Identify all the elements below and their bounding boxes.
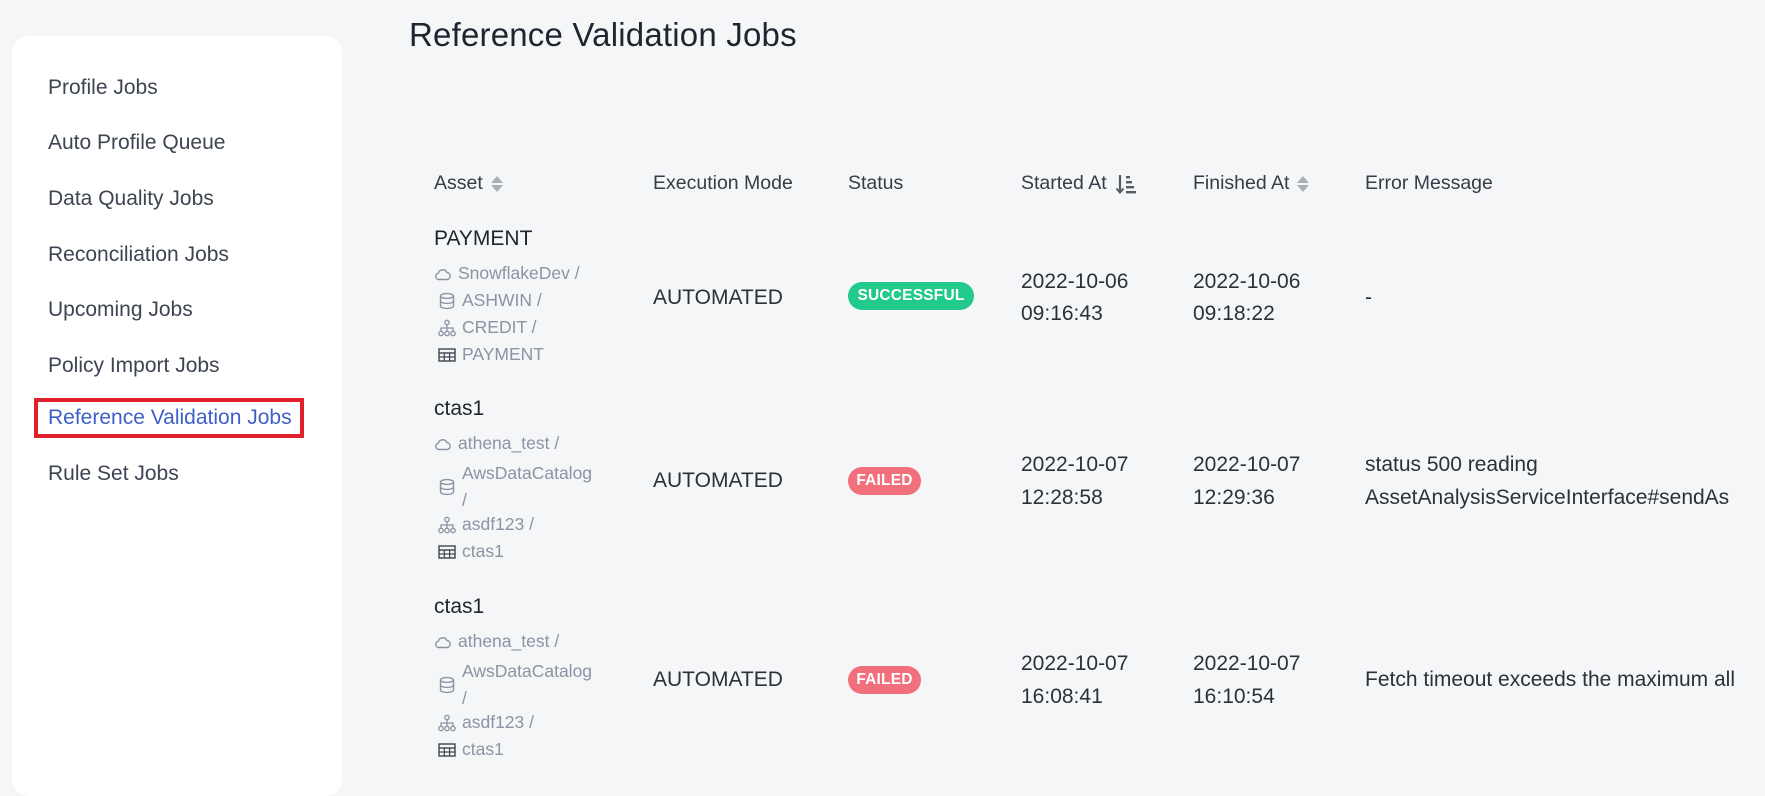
path-text: ASHWIN / xyxy=(462,290,542,310)
asset-path-table[interactable]: PAYMENT xyxy=(438,344,544,365)
finished-date: 2022-10-07 xyxy=(1193,453,1301,476)
asset-path-schema[interactable]: CREDIT / xyxy=(438,317,537,338)
column-header-label: Error Message xyxy=(1365,172,1493,194)
table-icon xyxy=(438,544,456,559)
asset-name[interactable]: ctas1 xyxy=(434,595,484,619)
schema-icon xyxy=(438,516,456,533)
sidebar-item-policy-import-jobs[interactable]: Policy Import Jobs xyxy=(48,352,220,380)
status-badge: FAILED xyxy=(848,666,921,694)
column-header-label: Asset xyxy=(434,172,483,194)
column-header-started-at[interactable]: Started At xyxy=(1021,172,1137,195)
error-message-line: status 500 reading xyxy=(1365,453,1538,476)
asset-path-datasource[interactable]: SnowflakeDev / xyxy=(434,263,580,284)
path-text: athena_test / xyxy=(458,631,560,651)
error-message: Fetch timeout exceeds the maximum all xyxy=(1365,668,1735,691)
path-text: asdf123 / xyxy=(462,712,534,732)
column-header-error-message: Error Message xyxy=(1365,172,1493,195)
asset-path-datasource[interactable]: athena_test / xyxy=(434,631,559,652)
column-header-execution-mode: Execution Mode xyxy=(653,172,793,195)
path-text: athena_test / xyxy=(458,433,560,453)
path-text: CREDIT / xyxy=(462,317,537,337)
finished-date: 2022-10-06 xyxy=(1193,270,1301,293)
path-text: AwsDataCatalog / xyxy=(462,460,592,514)
path-separator: / xyxy=(462,688,467,708)
error-message: - xyxy=(1365,286,1372,309)
sidebar-item-reference-validation-jobs[interactable]: Reference Validation Jobs xyxy=(48,404,292,432)
database-icon xyxy=(439,478,455,496)
path-separator: / xyxy=(462,490,467,510)
asset-name[interactable]: ctas1 xyxy=(434,397,484,421)
sidebar-item-profile-jobs[interactable]: Profile Jobs xyxy=(48,74,158,102)
status-badge: FAILED xyxy=(848,467,921,495)
column-header-label: Started At xyxy=(1021,172,1107,194)
started-date: 2022-10-07 xyxy=(1021,652,1129,675)
path-text: SnowflakeDev / xyxy=(458,263,580,283)
sort-icon[interactable] xyxy=(490,175,503,192)
column-header-label: Status xyxy=(848,172,904,194)
error-message-line: AssetAnalysisServiceInterface#sendAs xyxy=(1365,486,1730,509)
path-text: AwsDataCatalog / xyxy=(462,658,592,712)
asset-name[interactable]: PAYMENT xyxy=(434,227,532,251)
finished-time: 09:18:22 xyxy=(1193,302,1275,325)
started-date: 2022-10-06 xyxy=(1021,270,1129,293)
path-text-part: AwsDataCatalog xyxy=(462,661,593,681)
asset-path-database[interactable]: AwsDataCatalog / xyxy=(438,460,592,514)
schema-icon xyxy=(438,319,456,336)
execution-mode: AUTOMATED xyxy=(653,286,783,309)
column-header-finished-at[interactable]: Finished At xyxy=(1193,172,1310,195)
cloud-icon xyxy=(435,268,451,280)
cloud-icon xyxy=(435,636,451,648)
sort-descending-icon[interactable] xyxy=(1115,173,1137,195)
database-icon xyxy=(439,292,455,309)
finished-time: 16:10:54 xyxy=(1193,685,1275,708)
started-time: 09:16:43 xyxy=(1021,302,1103,325)
page-title: Reference Validation Jobs xyxy=(409,16,797,53)
sidebar-item-reconciliation-jobs[interactable]: Reconciliation Jobs xyxy=(48,241,229,269)
sidebar-item-upcoming-jobs[interactable]: Upcoming Jobs xyxy=(48,296,193,324)
asset-path-table[interactable]: ctas1 xyxy=(438,541,504,562)
sidebar: Profile Jobs Auto Profile Queue Data Qua… xyxy=(12,36,342,796)
column-header-asset[interactable]: Asset xyxy=(434,172,503,195)
sort-icon[interactable] xyxy=(1297,175,1310,192)
asset-path-database[interactable]: ASHWIN / xyxy=(438,290,542,311)
asset-path-database[interactable]: AwsDataCatalog / xyxy=(438,658,592,712)
path-text: ctas1 xyxy=(462,541,504,561)
asset-path-datasource[interactable]: athena_test / xyxy=(434,433,559,454)
column-header-label: Execution Mode xyxy=(653,172,793,194)
column-header-status: Status xyxy=(848,172,903,195)
status-badge: SUCCESSFUL xyxy=(848,282,974,310)
finished-date: 2022-10-07 xyxy=(1193,652,1301,675)
sidebar-item-rule-set-jobs[interactable]: Rule Set Jobs xyxy=(48,460,179,488)
started-date: 2022-10-07 xyxy=(1021,453,1129,476)
database-icon xyxy=(439,676,455,694)
asset-path-schema[interactable]: asdf123 / xyxy=(438,514,534,535)
table-icon xyxy=(438,742,456,757)
execution-mode: AUTOMATED xyxy=(653,668,783,691)
path-text: ctas1 xyxy=(462,739,504,759)
finished-time: 12:29:36 xyxy=(1193,486,1275,509)
asset-path-table[interactable]: ctas1 xyxy=(438,739,504,760)
sidebar-item-data-quality-jobs[interactable]: Data Quality Jobs xyxy=(48,185,214,213)
execution-mode: AUTOMATED xyxy=(653,469,783,492)
cloud-icon xyxy=(435,438,451,450)
sidebar-item-auto-profile-queue[interactable]: Auto Profile Queue xyxy=(48,129,225,157)
asset-path-schema[interactable]: asdf123 / xyxy=(438,712,534,733)
schema-icon xyxy=(438,714,456,731)
column-header-label: Finished At xyxy=(1193,172,1290,194)
path-text: asdf123 / xyxy=(462,514,534,534)
started-time: 12:28:58 xyxy=(1021,486,1103,509)
path-text: PAYMENT xyxy=(462,344,544,364)
started-time: 16:08:41 xyxy=(1021,685,1103,708)
table-icon xyxy=(438,347,456,362)
path-text-part: AwsDataCatalog xyxy=(462,463,593,483)
